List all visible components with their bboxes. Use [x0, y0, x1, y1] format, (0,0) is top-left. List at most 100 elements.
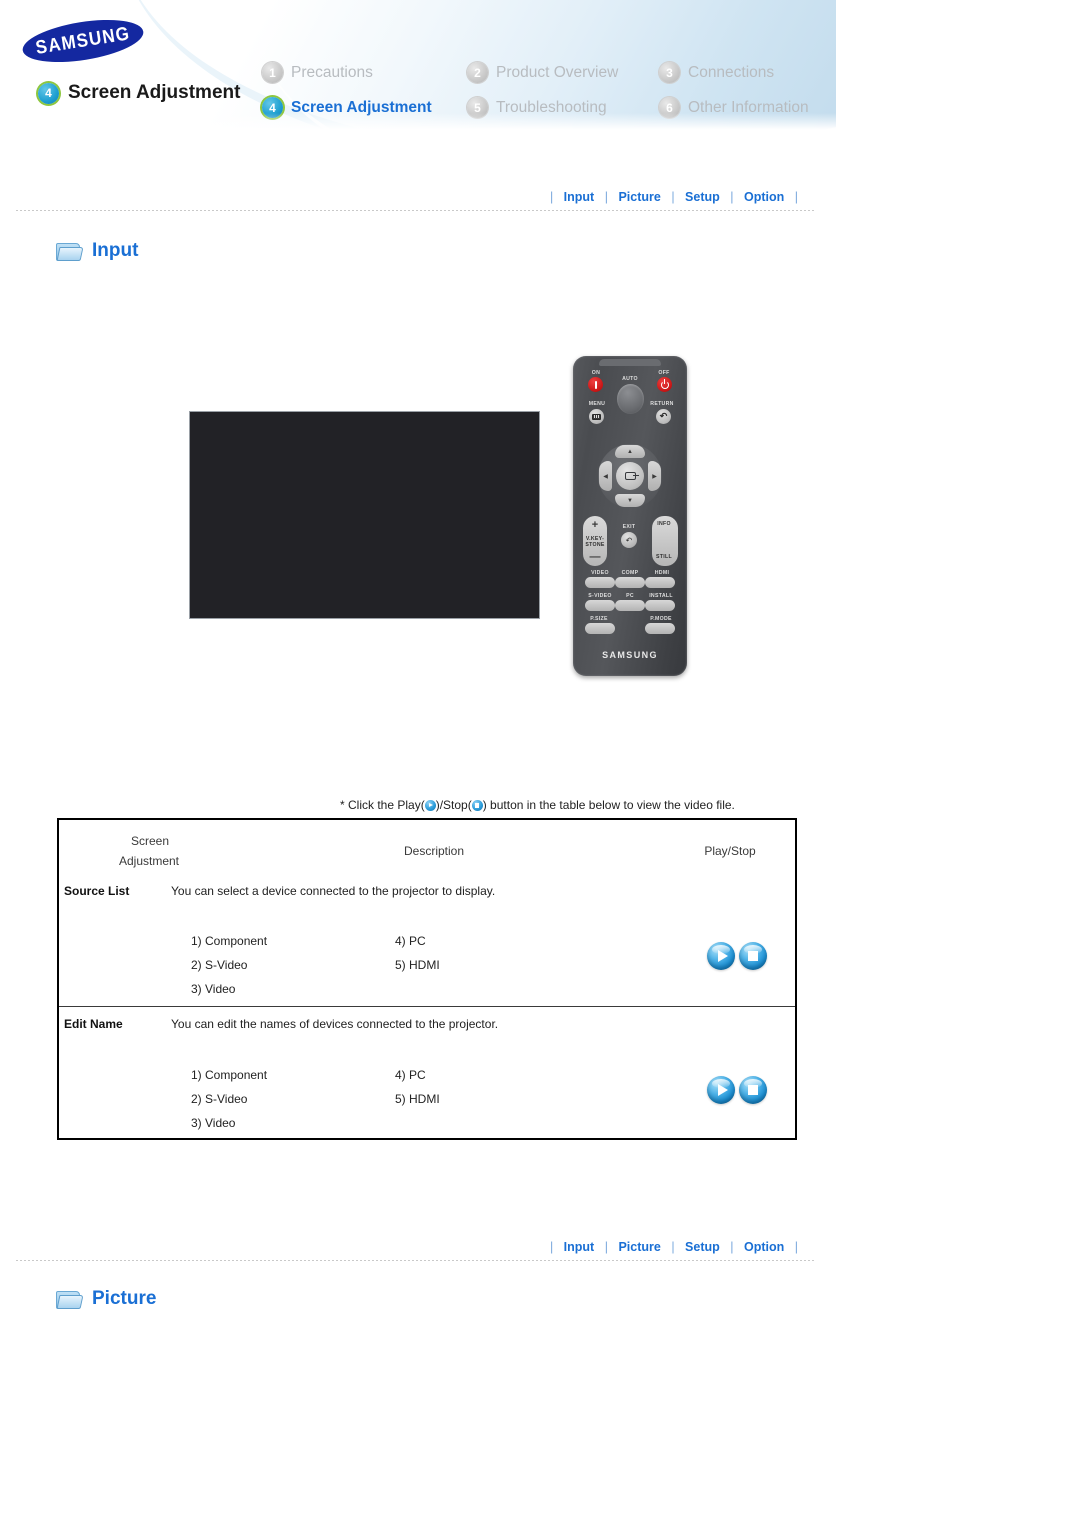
folder-icon-front — [56, 246, 84, 261]
stop-icon-inline — [471, 800, 483, 811]
linkbar-sep: | — [549, 190, 554, 204]
play-button-edit-name[interactable] — [707, 1076, 735, 1104]
remote-dpad: ▲ ▼ ◀ ▶ — [598, 444, 662, 508]
stop-button-source-list[interactable] — [739, 942, 767, 970]
nav-item-precautions[interactable]: 1 Precautions — [262, 62, 467, 83]
table-header-play-stop: Play/Stop — [704, 844, 756, 858]
table-header-description: Description — [403, 844, 465, 858]
page-title: 4 Screen Adjustment — [38, 82, 240, 104]
remote-label-exit: EXIT — [622, 524, 636, 530]
linkbar-sep: | — [794, 1240, 798, 1254]
nav-item-product-overview[interactable]: 2 Product Overview — [467, 62, 659, 83]
link-input-top[interactable]: Input — [557, 190, 602, 204]
nav-badge-2: 2 — [467, 62, 488, 83]
nav-label-connections: Connections — [688, 63, 775, 81]
remote-top-strip — [599, 359, 661, 366]
banner-fade — [0, 113, 836, 135]
remote-control-image: ON AUTO OFF MENU RETURN ↶ ▲ ▼ ◀ ▶ + — V. — [573, 356, 687, 676]
remote-label-comp: COMP — [621, 570, 639, 576]
link-setup-top[interactable]: Setup — [678, 190, 727, 204]
table-header-col1-line2: Adjustment — [118, 854, 180, 868]
samsung-logo-text: SAMSUNG — [34, 22, 132, 59]
page-title-badge: 4 — [38, 82, 59, 104]
enter-icon — [624, 472, 639, 480]
link-picture-bottom[interactable]: Picture — [611, 1240, 667, 1254]
remote-comp-button — [615, 577, 645, 588]
stop-button-edit-name[interactable] — [739, 1076, 767, 1104]
link-option-bottom[interactable]: Option — [737, 1240, 791, 1254]
table-row-option-right: 4) PC — [395, 934, 426, 948]
play-button-source-list[interactable] — [707, 942, 735, 970]
linkbar-top: | Input | Picture | Setup | Option | — [16, 190, 816, 211]
dpad-right-icon: ▶ — [648, 461, 661, 491]
table-row-description-source-list: You can select a device connected to the… — [171, 884, 496, 898]
table-row-option-left: 3) Video — [191, 982, 236, 996]
page-title-label: Screen Adjustment — [68, 82, 241, 103]
nav-item-connections[interactable]: 3 Connections — [659, 62, 809, 83]
table-row-option-right: 4) PC — [395, 1068, 426, 1082]
remote-label-still: STILL — [656, 554, 672, 560]
video-player-area[interactable] — [189, 411, 540, 619]
remote-install-button — [645, 600, 675, 611]
note-prefix: * Click the Play( — [340, 798, 425, 812]
remote-label-auto: AUTO — [622, 376, 638, 382]
link-input-bottom[interactable]: Input — [557, 1240, 602, 1254]
remote-video-button — [585, 577, 615, 588]
remote-power-off-button — [657, 377, 672, 392]
linkbar-bottom-rule — [16, 1260, 816, 1261]
link-picture-top[interactable]: Picture — [611, 190, 667, 204]
dpad-left-icon: ◀ — [599, 461, 612, 491]
remote-label-vkeystone-2: STONE — [585, 542, 605, 548]
note-suffix: ) button in the table below to view the … — [482, 798, 735, 812]
table-row-description-edit-name: You can edit the names of devices connec… — [171, 1017, 499, 1031]
remote-label-off: OFF — [658, 370, 670, 376]
linkbar-top-links: | Input | Picture | Setup | Option | — [16, 190, 816, 204]
remote-pc-button — [615, 600, 645, 611]
video-note: * Click the Play()/Stop() button in the … — [340, 798, 800, 812]
linkbar-bottom-links: | Input | Picture | Setup | Option | — [16, 1240, 816, 1254]
samsung-logo: SAMSUNG — [19, 12, 147, 70]
remote-label-psize: P.SIZE — [590, 616, 608, 622]
remote-auto-button — [617, 384, 644, 414]
linkbar-sep: | — [604, 190, 608, 204]
table-header-col1-line1: Screen — [130, 834, 170, 848]
table-row-divider — [59, 1006, 795, 1007]
remote-hdmi-button — [645, 577, 675, 588]
remote-menu-button — [589, 409, 604, 424]
linkbar-sep: | — [671, 1240, 675, 1254]
table-row-label-source-list: Source List — [64, 884, 130, 898]
table-row-label-edit-name: Edit Name — [64, 1017, 123, 1031]
table-row-option-left: 1) Component — [191, 1068, 268, 1082]
remote-label-video: VIDEO — [591, 570, 609, 576]
linkbar-bottom: | Input | Picture | Setup | Option | — [16, 1240, 816, 1261]
folder-icon — [56, 1289, 84, 1310]
table-row-option-left: 3) Video — [191, 1116, 236, 1130]
remote-label-info: INFO — [657, 521, 671, 527]
nav-badge-1: 1 — [262, 62, 283, 83]
linkbar-sep: | — [730, 1240, 734, 1254]
remote-return-button: ↶ — [656, 409, 671, 424]
linkbar-sep: | — [604, 1240, 608, 1254]
linkbar-top-rule — [16, 210, 816, 211]
dpad-down-icon: ▼ — [615, 494, 645, 507]
remote-label-pc: PC — [626, 593, 634, 599]
remote-label-return: RETURN — [650, 401, 674, 407]
link-setup-bottom[interactable]: Setup — [678, 1240, 727, 1254]
play-icon-inline — [424, 800, 436, 811]
section-input-title: Input — [92, 240, 139, 261]
remote-exit-button: ↶ — [621, 532, 637, 548]
remote-psize-button — [585, 623, 615, 634]
remote-label-svideo: S-VIDEO — [588, 593, 612, 599]
linkbar-sep: | — [671, 190, 675, 204]
section-picture-title: Picture — [92, 1288, 157, 1309]
nav-label-precautions: Precautions — [291, 63, 373, 81]
nav-badge-3: 3 — [659, 62, 680, 83]
chapter-nav: 1 Precautions 2 Product Overview 3 Conne… — [262, 62, 809, 118]
menu-icon — [592, 413, 601, 420]
dpad-up-icon: ▲ — [615, 445, 645, 458]
remote-pmode-button — [645, 623, 675, 634]
link-option-top[interactable]: Option — [737, 190, 791, 204]
remote-brand-label: SAMSUNG — [602, 650, 658, 660]
linkbar-sep: | — [730, 190, 734, 204]
table-row-option-right: 5) HDMI — [395, 958, 440, 972]
